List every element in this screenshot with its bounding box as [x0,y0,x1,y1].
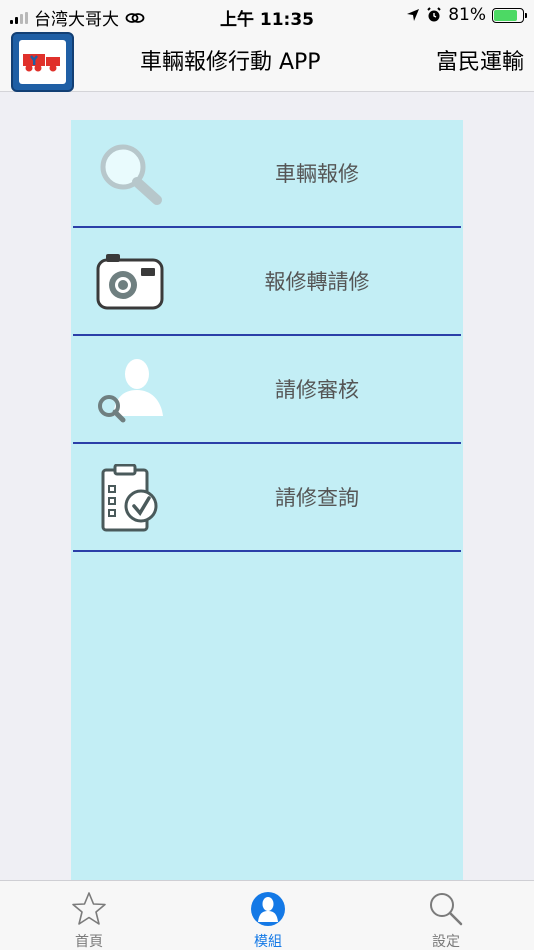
tab-bar: 首頁 模組 設定 [0,880,534,950]
person-icon [251,892,285,926]
camera-icon [96,254,164,310]
search-icon [430,893,463,926]
menu-item-request-query[interactable]: 請修查詢 [71,444,463,552]
menu-divider [73,550,461,552]
battery-percent: 81% [448,5,486,25]
tab-home[interactable]: 首頁 [39,881,139,950]
truck-icon [23,54,60,72]
tab-label: 首頁 [75,934,103,950]
menu-item-vehicle-repair-report[interactable]: 車輛報修 [71,120,463,228]
menu-item-label: 請修查詢 [275,486,359,510]
app-header: 車輛報修行動 APP 富民運輸 [0,30,534,92]
status-right: 81% [406,5,527,25]
tab-settings[interactable]: 設定 [396,881,496,950]
page-title: 車輛報修行動 APP [140,50,321,75]
clipboard-check-icon [101,464,158,532]
star-icon [72,892,106,925]
status-bar: 台湾大哥大 上午 11:35 81% [0,0,534,30]
battery-charging-icon [492,7,527,23]
app-logo [11,32,74,92]
menu-item-label: 請修審核 [275,378,359,402]
location-icon [407,9,420,21]
menu-item-report-to-request[interactable]: 報修轉請修 [71,228,463,336]
tab-label: 設定 [432,934,460,950]
menu-item-label: 車輛報修 [275,162,359,186]
alarm-icon [427,7,441,22]
user-search-icon [98,359,163,423]
company-name: 富民運輸 [435,50,524,75]
tab-modules[interactable]: 模組 [218,881,318,950]
menu-item-request-review[interactable]: 請修審核 [71,336,463,444]
menu-item-label: 報修轉請修 [264,270,370,294]
search-icon [100,144,162,205]
module-menu: 車輛報修 報修轉請修 請修審核 請修查詢 [71,120,463,880]
tab-label: 模組 [254,934,282,950]
